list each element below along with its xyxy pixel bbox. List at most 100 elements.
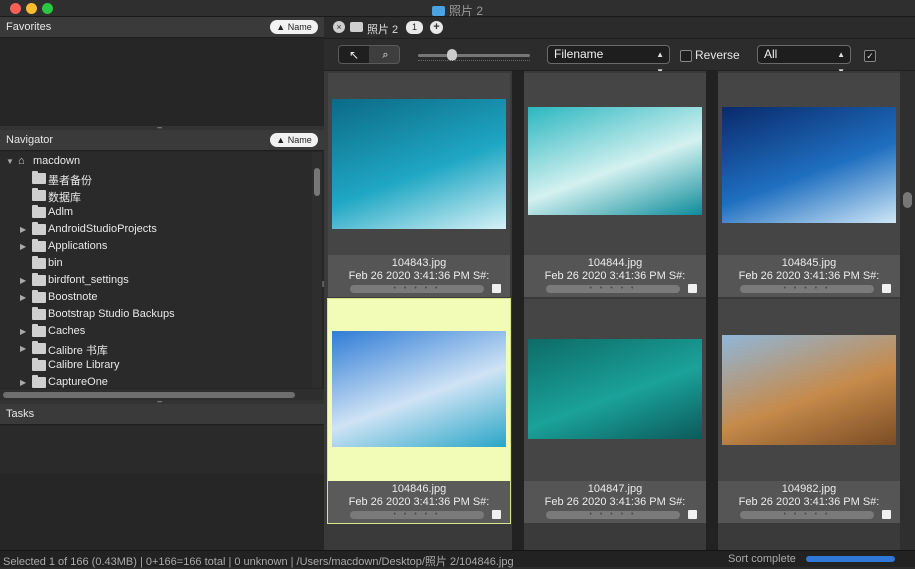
- thumbnail-cell[interactable]: 104843.jpg Feb 26 2020 3:41:36 PM S#: • • …: [328, 73, 510, 297]
- sort-progress-bar: [806, 556, 895, 562]
- tree-item-label: AndroidStudioProjects: [48, 223, 157, 235]
- tab-label[interactable]: 照片 2: [367, 21, 398, 37]
- photo-thumbnail[interactable]: [722, 335, 896, 445]
- thumbnail-cell[interactable]: 104982.jpg Feb 26 2020 3:41:36 PM S#: • • …: [718, 299, 900, 523]
- tasks-title: Tasks: [6, 408, 35, 420]
- tree-item[interactable]: ▶ birdfont_settings: [0, 273, 312, 290]
- label-checkbox[interactable]: [882, 284, 891, 293]
- disclosure-closed-icon[interactable]: ▶: [20, 378, 29, 387]
- disclosure-open-icon[interactable]: ▼: [6, 157, 15, 166]
- file-name: 104982.jpg: [781, 483, 837, 495]
- favorites-header: Favorites ▲ Name: [0, 17, 324, 38]
- left-sidebar: Favorites ▲ Name = Navigator ▲ Name ▼ ⌂ …: [0, 17, 324, 550]
- folder-icon: [32, 290, 46, 303]
- file-date: Feb 26 2020 3:41:36 PM S#:: [544, 496, 686, 508]
- disclosure-closed-icon[interactable]: ▶: [20, 344, 29, 353]
- disclosure-closed-icon[interactable]: ▶: [20, 242, 29, 251]
- label-checkbox[interactable]: [492, 284, 501, 293]
- option-checkbox[interactable]: ✓: [864, 50, 876, 62]
- tree-item-label: Applications: [48, 240, 108, 252]
- navigator-header: Navigator ▲ Name: [0, 130, 324, 151]
- rating-bar[interactable]: • • • • •: [350, 511, 484, 519]
- filter-value: All: [764, 47, 778, 61]
- reverse-checkbox[interactable]: [680, 50, 692, 62]
- folder-icon: [32, 341, 46, 354]
- sort-field-select[interactable]: Filename▲▼: [547, 45, 670, 76]
- rating-bar[interactable]: • • • • •: [740, 285, 874, 293]
- slider-ticks: [418, 60, 530, 63]
- close-tab-icon[interactable]: ×: [333, 21, 345, 33]
- rating-bar[interactable]: • • • • •: [546, 511, 680, 519]
- folder-icon: [32, 375, 46, 388]
- add-tab-button[interactable]: +: [430, 21, 443, 34]
- tree-item[interactable]: ▶ CaptureOne: [0, 375, 312, 388]
- filter-select[interactable]: All▲▼: [757, 45, 851, 76]
- select-tool-icon[interactable]: ↖: [339, 46, 369, 63]
- tree-item-label: Calibre Library: [48, 359, 120, 371]
- progress-fill: [806, 556, 895, 562]
- label-checkbox[interactable]: [492, 510, 501, 519]
- thumbnail-info: 104843.jpg Feb 26 2020 3:41:36 PM S#: • • …: [328, 255, 510, 297]
- folder-icon: [32, 239, 46, 252]
- photo-thumbnail[interactable]: [332, 99, 506, 229]
- scroll-thumb[interactable]: [314, 168, 320, 196]
- favorites-sort-button[interactable]: ▲ Name: [270, 20, 318, 34]
- folder-icon: [32, 205, 46, 218]
- label-checkbox[interactable]: [688, 284, 697, 293]
- tree-item[interactable]: Adlm: [0, 205, 312, 222]
- navigator-horizontal-scrollbar[interactable]: [0, 389, 324, 400]
- folder-icon: [431, 6, 445, 16]
- tree-item[interactable]: ▶ Applications: [0, 239, 312, 256]
- navigator-tree: ▼ ⌂ macdown 墨者备份数据库 Adlm ▶ AndroidStudioPro…: [0, 152, 312, 388]
- file-name: 104843.jpg: [391, 257, 447, 269]
- thumbnail-info: 104982.jpg Feb 26 2020 3:41:36 PM S#: • • …: [718, 481, 900, 523]
- thumbnail-info: 104846.jpg Feb 26 2020 3:41:36 PM S#: • • …: [328, 481, 510, 523]
- tree-item[interactable]: ▶ Caches: [0, 324, 312, 341]
- tree-item-label: 墨者备份: [48, 175, 92, 187]
- tree-item-label: 数据库: [48, 192, 81, 204]
- rating-bar[interactable]: • • • • •: [546, 285, 680, 293]
- tree-item[interactable]: Calibre Library: [0, 358, 312, 375]
- tree-item-label: Boostnote: [48, 291, 98, 303]
- thumbnail-cell[interactable]: 104847.jpg Feb 26 2020 3:41:36 PM S#: • • …: [524, 299, 706, 523]
- photo-thumbnail[interactable]: [528, 339, 702, 439]
- photo-thumbnail[interactable]: [722, 107, 896, 223]
- tree-item[interactable]: ▶ Calibre 书库: [0, 341, 312, 358]
- column-divider: [512, 71, 524, 550]
- tree-item[interactable]: bin: [0, 256, 312, 273]
- rating-bar[interactable]: • • • • •: [350, 285, 484, 293]
- disclosure-closed-icon[interactable]: ▶: [20, 327, 29, 336]
- tree-item[interactable]: Bootstrap Studio Backups: [0, 307, 312, 324]
- tree-item[interactable]: ▶ AndroidStudioProjects: [0, 222, 312, 239]
- disclosure-closed-icon[interactable]: ▶: [20, 293, 29, 302]
- thumbnail-cell[interactable]: 104844.jpg Feb 26 2020 3:41:36 PM S#: • • …: [524, 73, 706, 297]
- tree-item[interactable]: ▶ Boostnote: [0, 290, 312, 307]
- thumbnail-size-slider[interactable]: [418, 49, 530, 61]
- photo-thumbnail[interactable]: [528, 107, 702, 215]
- label-checkbox[interactable]: [688, 510, 697, 519]
- folder-icon: [32, 188, 46, 201]
- scroll-thumb[interactable]: [903, 192, 912, 208]
- browser-pane: × 照片 2 1 + ↖ ⌕ Filename▲▼ Reverse All▲▼ …: [324, 17, 915, 550]
- tree-item[interactable]: 墨者备份: [0, 171, 312, 188]
- tree-item-root[interactable]: ▼ ⌂ macdown: [0, 154, 312, 171]
- thumbnail-cell[interactable]: 104845.jpg Feb 26 2020 3:41:36 PM S#: • • …: [718, 73, 900, 297]
- file-date: Feb 26 2020 3:41:36 PM S#:: [738, 496, 880, 508]
- navigator-sort-button[interactable]: ▲ Name: [270, 133, 318, 147]
- grid-vertical-scrollbar[interactable]: [900, 71, 915, 550]
- thumbnail-info: 104844.jpg Feb 26 2020 3:41:36 PM S#: • • …: [524, 255, 706, 297]
- disclosure-closed-icon[interactable]: ▶: [20, 276, 29, 285]
- label-checkbox[interactable]: [882, 510, 891, 519]
- navigator-vertical-scrollbar[interactable]: [312, 152, 322, 388]
- tree-item-label: birdfont_settings: [48, 274, 129, 286]
- thumbnail-cell[interactable]: 104846.jpg Feb 26 2020 3:41:36 PM S#: • • …: [327, 298, 511, 524]
- tool-selector: ↖ ⌕: [338, 45, 400, 64]
- tree-item-label: Calibre 书库: [48, 345, 108, 357]
- photo-thumbnail[interactable]: [332, 331, 506, 447]
- zoom-tool-icon[interactable]: ⌕: [370, 46, 399, 63]
- scroll-thumb[interactable]: [3, 392, 295, 398]
- rating-bar[interactable]: • • • • •: [740, 511, 874, 519]
- disclosure-closed-icon[interactable]: ▶: [20, 225, 29, 234]
- tree-item[interactable]: 数据库: [0, 188, 312, 205]
- sort-field-value: Filename: [554, 47, 604, 61]
